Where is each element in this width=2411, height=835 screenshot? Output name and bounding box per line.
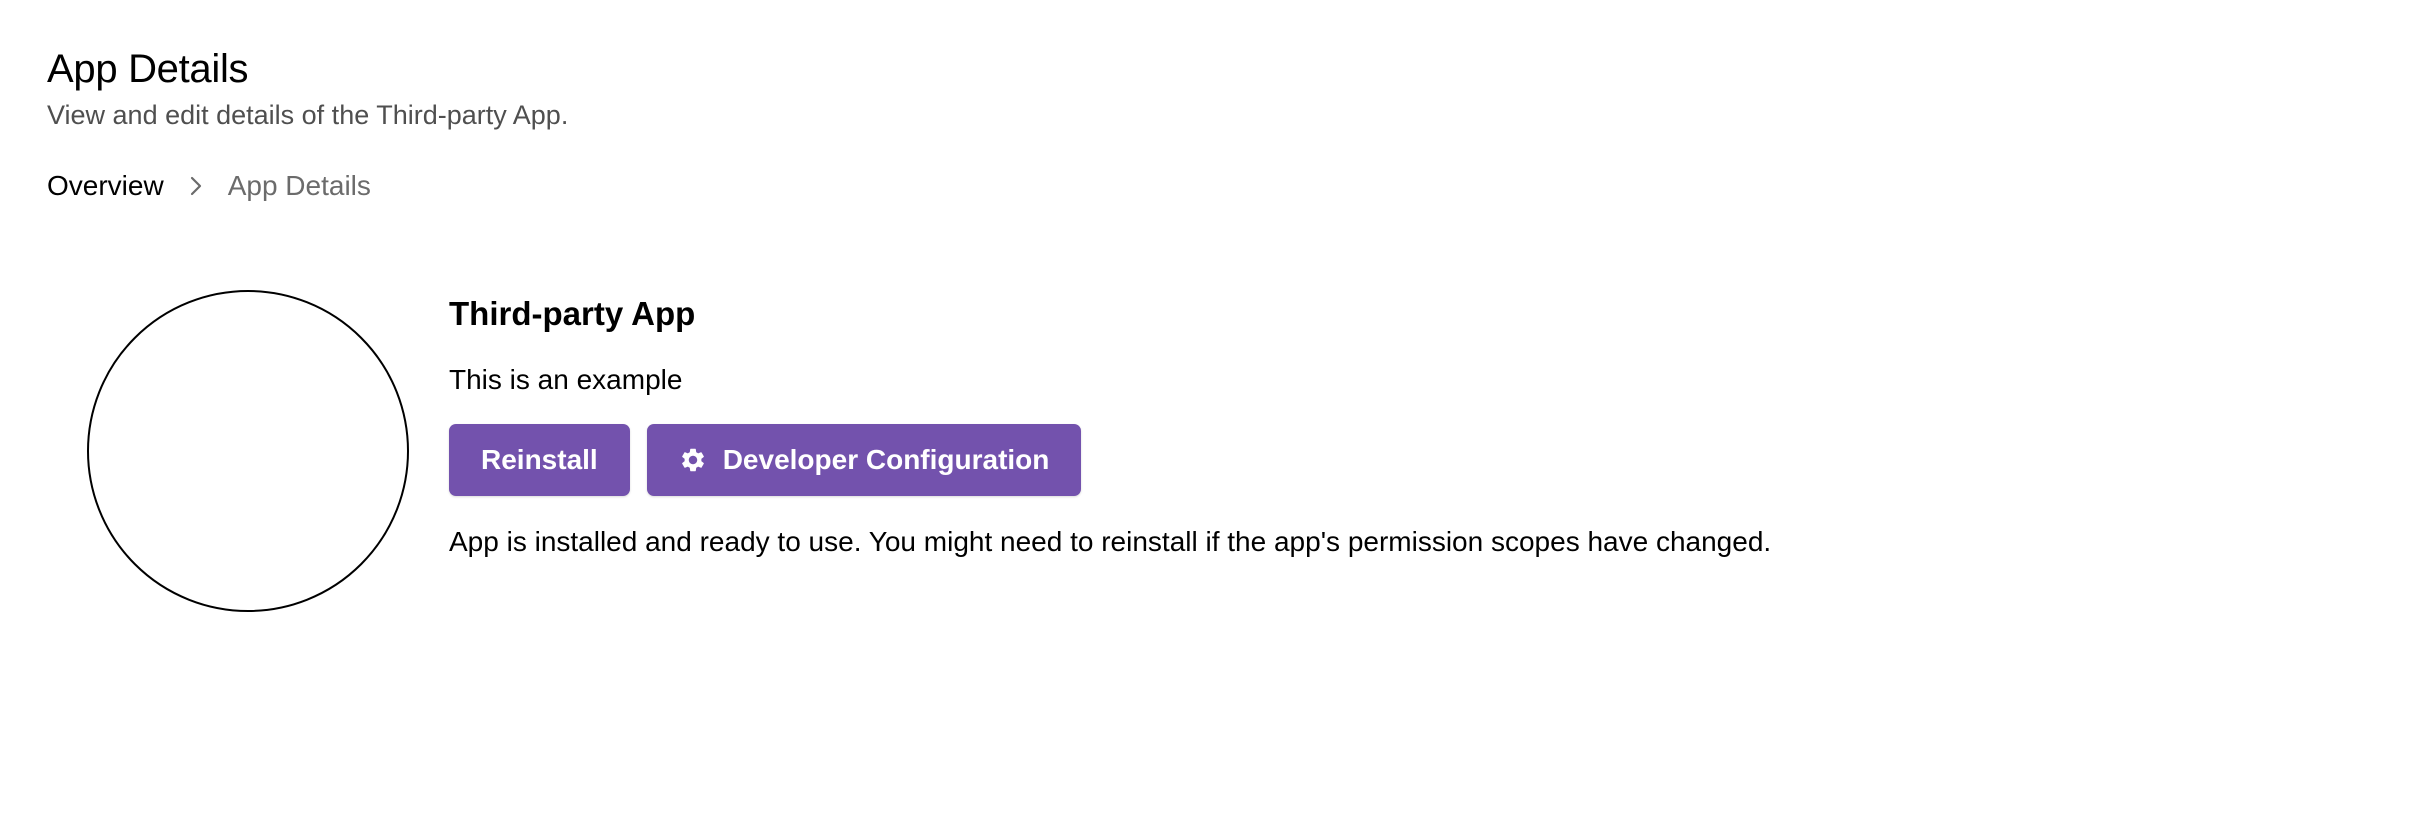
chevron-right-icon bbox=[164, 168, 228, 204]
developer-configuration-button[interactable]: Developer Configuration bbox=[646, 424, 1082, 496]
page-subtitle: View and edit details of the Third-party… bbox=[47, 100, 569, 130]
developer-configuration-button-label: Developer Configuration bbox=[722, 444, 1050, 475]
breadcrumb: Overview App Details bbox=[47, 168, 2411, 204]
breadcrumb-current: App Details bbox=[227, 170, 371, 201]
app-avatar bbox=[87, 290, 409, 612]
gear-icon bbox=[679, 446, 707, 474]
app-info: Third-party App This is an example Reins… bbox=[449, 290, 1771, 560]
app-actions: Reinstall Developer Configuration bbox=[449, 424, 1771, 496]
app-description: This is an example bbox=[449, 364, 683, 395]
page-title: App Details bbox=[47, 47, 249, 91]
breadcrumb-overview-link[interactable]: Overview bbox=[47, 168, 164, 204]
reinstall-button[interactable]: Reinstall bbox=[449, 424, 630, 496]
reinstall-button-label: Reinstall bbox=[481, 444, 598, 475]
app-summary: Third-party App This is an example Reins… bbox=[87, 290, 1771, 612]
install-status-message: App is installed and ready to use. You m… bbox=[449, 526, 1772, 557]
app-details-page: App Details View and edit details of the… bbox=[0, 0, 2411, 835]
app-name: Third-party App bbox=[449, 295, 696, 332]
